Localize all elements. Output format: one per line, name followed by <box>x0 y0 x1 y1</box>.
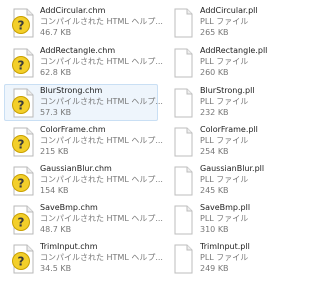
blank-file-icon <box>174 127 193 157</box>
file-size: 310 KB <box>200 225 229 234</box>
chm-help-icon: ? <box>12 88 34 118</box>
svg-text:?: ? <box>18 19 25 33</box>
blank-file-icon <box>174 205 193 235</box>
file-name: AddCircular.pll <box>200 6 258 15</box>
file-type: コンパイルされた HTML ヘルプ... <box>40 57 163 66</box>
file-type: コンパイルされた HTML ヘルプ... <box>40 17 163 26</box>
file-name: AddRectangle.pll <box>200 46 268 55</box>
file-name: AddRectangle.chm <box>40 46 116 55</box>
blank-file-icon <box>174 8 193 38</box>
file-size: 254 KB <box>200 147 229 156</box>
file-size: 232 KB <box>200 108 229 117</box>
svg-text:?: ? <box>18 216 25 230</box>
file-size: 62.8 KB <box>40 68 72 77</box>
blank-file-icon <box>174 166 193 196</box>
file-size: 260 KB <box>200 68 229 77</box>
file-size: 265 KB <box>200 28 229 37</box>
file-name: BlurStrong.pll <box>200 86 255 95</box>
svg-text:?: ? <box>18 138 25 152</box>
file-tile[interactable]: ColorFrame.pll PLL ファイル 254 KB <box>164 123 282 160</box>
blank-file-icon <box>174 48 193 78</box>
svg-text:?: ? <box>18 59 25 73</box>
file-tile[interactable]: ? GaussianBlur.chm コンパイルされた HTML ヘルプ... … <box>4 162 163 199</box>
chm-help-icon: ? <box>12 166 34 196</box>
file-type: PLL ファイル <box>200 17 249 26</box>
file-size: 57.3 KB <box>40 108 72 117</box>
file-type: コンパイルされた HTML ヘルプ... <box>40 136 163 145</box>
file-type: PLL ファイル <box>200 57 249 66</box>
file-name: SaveBmp.pll <box>200 203 251 212</box>
file-type: PLL ファイル <box>200 136 249 145</box>
svg-text:?: ? <box>18 99 25 113</box>
file-view-tiles: ? AddCircular.chm コンパイルされた HTML ヘルプ... 4… <box>0 0 284 282</box>
file-type: PLL ファイル <box>200 97 249 106</box>
svg-text:?: ? <box>18 177 25 191</box>
file-type: コンパイルされた HTML ヘルプ... <box>40 253 163 262</box>
file-size: 48.7 KB <box>40 225 72 234</box>
file-tile[interactable]: GaussianBlur.pll PLL ファイル 245 KB <box>164 162 282 199</box>
file-name: TrimInput.chm <box>40 242 98 251</box>
file-type: PLL ファイル <box>200 253 249 262</box>
file-tile[interactable]: SaveBmp.pll PLL ファイル 310 KB <box>164 201 282 238</box>
blank-file-icon <box>174 244 193 274</box>
file-size: 46.7 KB <box>40 28 72 37</box>
svg-text:?: ? <box>18 255 25 269</box>
file-name: TrimInput.pll <box>200 242 250 251</box>
file-tile[interactable]: AddRectangle.pll PLL ファイル 260 KB <box>164 44 282 81</box>
blank-file-icon <box>174 88 193 118</box>
file-name: GaussianBlur.pll <box>200 164 265 173</box>
file-type: PLL ファイル <box>200 175 249 184</box>
file-tile[interactable]: ? ColorFrame.chm コンパイルされた HTML ヘルプ... 21… <box>4 123 163 160</box>
file-name: AddCircular.chm <box>40 6 106 15</box>
chm-help-icon: ? <box>12 8 34 38</box>
file-tile-selected[interactable]: ? BlurStrong.chm コンパイルされた HTML ヘルプ... 57… <box>4 84 163 121</box>
file-size: 215 KB <box>40 147 69 156</box>
file-type: コンパイルされた HTML ヘルプ... <box>40 175 163 184</box>
chm-help-icon: ? <box>12 205 34 235</box>
file-tile[interactable]: ? SaveBmp.chm コンパイルされた HTML ヘルプ... 48.7 … <box>4 201 163 238</box>
file-name: GaussianBlur.chm <box>40 164 112 173</box>
file-tile[interactable]: BlurStrong.pll PLL ファイル 232 KB <box>164 84 282 121</box>
file-name: ColorFrame.chm <box>40 125 106 134</box>
file-type: コンパイルされた HTML ヘルプ... <box>40 97 163 106</box>
file-tile[interactable]: ? TrimInput.chm コンパイルされた HTML ヘルプ... 34.… <box>4 240 163 277</box>
file-size: 249 KB <box>200 264 229 273</box>
file-tile[interactable]: AddCircular.pll PLL ファイル 265 KB <box>164 4 282 41</box>
chm-help-icon: ? <box>12 48 34 78</box>
file-size: 154 KB <box>40 186 69 195</box>
file-size: 245 KB <box>200 186 229 195</box>
file-tile[interactable]: TrimInput.pll PLL ファイル 249 KB <box>164 240 282 277</box>
file-name: BlurStrong.chm <box>40 86 103 95</box>
file-type: PLL ファイル <box>200 214 249 223</box>
chm-help-icon: ? <box>12 127 34 157</box>
file-size: 34.5 KB <box>40 264 72 273</box>
file-name: SaveBmp.chm <box>40 203 98 212</box>
file-tile[interactable]: ? AddCircular.chm コンパイルされた HTML ヘルプ... 4… <box>4 4 163 41</box>
chm-help-icon: ? <box>12 244 34 274</box>
file-type: コンパイルされた HTML ヘルプ... <box>40 214 163 223</box>
file-tile[interactable]: ? AddRectangle.chm コンパイルされた HTML ヘルプ... … <box>4 44 163 81</box>
file-name: ColorFrame.pll <box>200 125 258 134</box>
